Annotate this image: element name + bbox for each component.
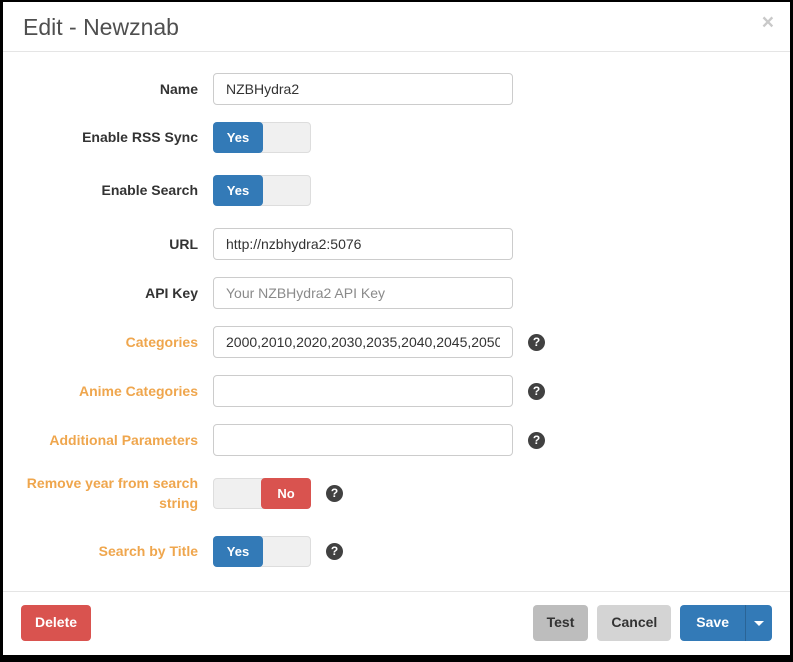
enable-search-label: Enable Search bbox=[23, 180, 198, 200]
toggle-yes-segment: Yes bbox=[213, 175, 263, 206]
toggle-no-segment: No bbox=[261, 478, 311, 509]
test-button[interactable]: Test bbox=[533, 605, 589, 641]
name-input[interactable] bbox=[213, 73, 513, 105]
help-icon[interactable]: ? bbox=[326, 543, 343, 560]
modal-title: Edit - Newznab bbox=[23, 14, 770, 41]
search-by-title-toggle[interactable]: Yes bbox=[213, 536, 311, 567]
modal-body: Name Enable RSS Sync Yes Enable Search Y… bbox=[3, 52, 790, 591]
caret-down-icon bbox=[754, 621, 764, 626]
name-label: Name bbox=[23, 79, 198, 99]
cancel-button[interactable]: Cancel bbox=[597, 605, 671, 641]
form-row-additional-parameters: Additional Parameters ? bbox=[23, 424, 770, 456]
form-row-categories: Categories ? bbox=[23, 326, 770, 358]
save-split-button: Save bbox=[680, 605, 772, 641]
anime-categories-input[interactable] bbox=[213, 375, 513, 407]
save-button[interactable]: Save bbox=[680, 605, 745, 641]
form-row-api-key: API Key bbox=[23, 277, 770, 309]
save-options-button[interactable] bbox=[745, 605, 772, 641]
url-input[interactable] bbox=[213, 228, 513, 260]
toggle-yes-segment: Yes bbox=[213, 122, 263, 153]
anime-categories-label: Anime Categories bbox=[23, 381, 198, 401]
enable-rss-sync-label: Enable RSS Sync bbox=[23, 127, 198, 147]
enable-rss-sync-toggle[interactable]: Yes bbox=[213, 122, 311, 153]
toggle-yes-segment: Yes bbox=[213, 536, 263, 567]
delete-button[interactable]: Delete bbox=[21, 605, 91, 641]
additional-parameters-input[interactable] bbox=[213, 424, 513, 456]
additional-parameters-label: Additional Parameters bbox=[23, 430, 198, 450]
remove-year-toggle[interactable]: No bbox=[213, 478, 311, 509]
categories-label: Categories bbox=[23, 332, 198, 352]
edit-newznab-modal: Edit - Newznab × Name Enable RSS Sync Ye… bbox=[3, 2, 790, 655]
form-row-enable-rss-sync: Enable RSS Sync Yes bbox=[23, 122, 770, 153]
help-icon[interactable]: ? bbox=[528, 432, 545, 449]
help-icon[interactable]: ? bbox=[528, 383, 545, 400]
categories-input[interactable] bbox=[213, 326, 513, 358]
api-key-label: API Key bbox=[23, 283, 198, 303]
form-row-name: Name bbox=[23, 73, 770, 105]
enable-search-toggle[interactable]: Yes bbox=[213, 175, 311, 206]
modal-header: Edit - Newznab × bbox=[3, 2, 790, 52]
form-row-anime-categories: Anime Categories ? bbox=[23, 375, 770, 407]
remove-year-label: Remove year from search string bbox=[23, 473, 198, 514]
form-row-url: URL bbox=[23, 228, 770, 260]
form-row-enable-search: Enable Search Yes bbox=[23, 175, 770, 206]
close-icon[interactable]: × bbox=[762, 12, 774, 33]
api-key-input[interactable] bbox=[213, 277, 513, 309]
modal-footer: Delete Test Cancel Save bbox=[3, 591, 790, 655]
form-row-remove-year: Remove year from search string No ? bbox=[23, 473, 770, 514]
url-label: URL bbox=[23, 234, 198, 254]
help-icon[interactable]: ? bbox=[528, 334, 545, 351]
help-icon[interactable]: ? bbox=[326, 485, 343, 502]
form-row-search-by-title: Search by Title Yes ? bbox=[23, 536, 770, 567]
search-by-title-label: Search by Title bbox=[23, 541, 198, 561]
